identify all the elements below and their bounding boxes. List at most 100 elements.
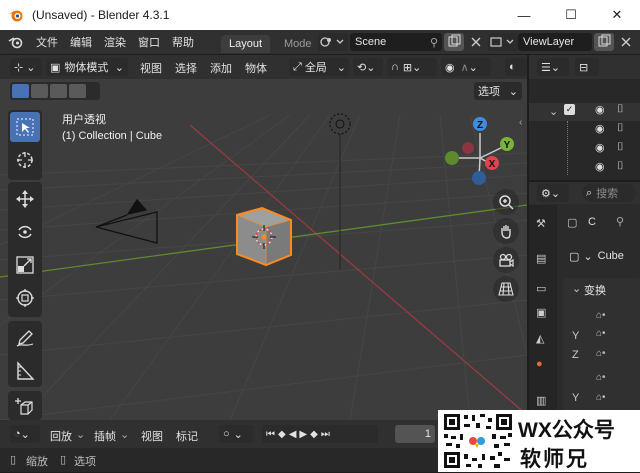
watermark: WX公众号 软师兄 <box>438 410 640 472</box>
menu-window[interactable]: 窗口 <box>132 34 166 50</box>
blender-menu-icon[interactable] <box>8 35 24 49</box>
cursor-tool[interactable] <box>10 145 40 175</box>
annotate-tool[interactable] <box>10 323 40 353</box>
object-tab-icon[interactable]: ▥ <box>536 394 546 407</box>
menu-render[interactable]: 渲染 <box>98 34 132 50</box>
expand-arrow-icon[interactable]: ⌄ <box>549 105 558 118</box>
select-subtract-icon[interactable] <box>50 84 67 98</box>
world-tab-icon[interactable]: ● <box>536 358 543 370</box>
prev-keyframe-icon[interactable]: ◆ <box>278 429 289 440</box>
pan-button[interactable] <box>493 218 519 244</box>
mode-selector[interactable]: ▣ 物体模式 ⌄ <box>46 58 128 76</box>
render-camera-icon[interactable]: ⌷ <box>617 141 624 154</box>
view-layer-selector-button[interactable] <box>488 33 518 51</box>
menu-playback[interactable]: 回放 <box>50 428 72 444</box>
move-cursor-icon: ⊹ <box>14 61 24 74</box>
new-view-layer-button[interactable] <box>594 33 614 51</box>
scene-tab-icon[interactable]: ◭ <box>536 332 544 345</box>
x-icon <box>621 37 631 47</box>
next-keyframe-icon[interactable]: ◆ <box>310 429 321 440</box>
scene-selector-button[interactable] <box>318 33 348 51</box>
watermark-line2: 软师兄 <box>520 448 589 471</box>
outliner-editor-type[interactable]: ☰ ⌄ <box>537 58 569 76</box>
measure-tool[interactable] <box>10 356 40 386</box>
play-reverse-icon[interactable]: ◀ <box>289 429 300 440</box>
editor-type-button[interactable]: ⊹ ⌄ <box>10 58 42 76</box>
output-tab-icon[interactable]: ▭ <box>536 282 546 295</box>
tab-mode[interactable]: Mode <box>276 35 320 53</box>
scene-name-field[interactable]: Scene ⚲ <box>350 33 442 51</box>
select-new-icon[interactable] <box>12 84 29 98</box>
new-scene-button[interactable] <box>444 33 464 51</box>
delete-view-layer-button[interactable] <box>616 33 636 51</box>
transform-orientation-selector[interactable]: ⤢ 全局 ⌄ <box>289 58 349 76</box>
pivot-point-selector[interactable]: ⟲ ⌄ <box>353 58 383 76</box>
move-tool[interactable] <box>10 184 40 214</box>
close-button[interactable]: ✕ <box>594 0 640 30</box>
properties-editor-type[interactable]: ⚙ ⌄ <box>537 184 569 202</box>
camera-view-button[interactable] <box>493 247 519 273</box>
cursor-icon <box>17 152 33 168</box>
select-extend-icon[interactable] <box>31 84 48 98</box>
eye-icon[interactable]: ◉ <box>595 160 605 173</box>
lock-icon[interactable]: ⌂• <box>596 392 606 403</box>
view-layer-tab-icon[interactable]: ▣ <box>536 306 546 319</box>
view-layer-name-field[interactable]: ViewLayer <box>518 33 592 51</box>
render-camera-icon[interactable]: ⌷ <box>617 103 624 116</box>
pin-icon[interactable]: ⚲ <box>430 36 438 49</box>
viewport-visibility-button[interactable]: ◐ <box>505 58 527 76</box>
transform-tool[interactable] <box>10 283 40 313</box>
projection-toggle-button[interactable] <box>493 276 519 302</box>
object-name-field[interactable]: ▢ ⌄ Cube <box>565 247 635 265</box>
auto-keying-toggle[interactable]: ○ ⌄ <box>219 425 253 443</box>
current-frame-field[interactable]: 1 <box>395 425 435 443</box>
jump-start-icon[interactable]: ⏮ <box>266 429 278 440</box>
eye-icon[interactable]: ◉ <box>595 122 605 135</box>
menu-view[interactable]: 视图 <box>141 428 163 444</box>
section-collapse-icon[interactable]: ⌄ <box>572 282 581 295</box>
play-icon[interactable]: ▶ <box>299 429 310 440</box>
lock-icon[interactable]: ⌂• <box>596 328 606 339</box>
menu-select[interactable]: 选择 <box>175 60 197 76</box>
collection-checkbox[interactable]: ✓ <box>564 104 575 115</box>
timeline-editor-type[interactable]: ◔ ⌄ <box>10 425 40 443</box>
sidebar-toggle-icon[interactable]: ‹ <box>519 117 522 128</box>
render-tab-icon[interactable]: ▤ <box>536 252 546 265</box>
outliner-display-mode[interactable]: ⊟ <box>575 58 599 76</box>
select-box-tool[interactable] <box>10 112 40 142</box>
menu-add[interactable]: 添加 <box>210 60 232 76</box>
maximize-button[interactable]: ☐ <box>548 0 594 30</box>
properties-search[interactable]: ⌕ 搜索 <box>582 184 636 202</box>
menu-file[interactable]: 文件 <box>30 34 64 50</box>
eye-icon[interactable]: ◉ <box>595 141 605 154</box>
rotate-tool[interactable] <box>10 217 40 247</box>
lock-icon[interactable]: ⌂• <box>596 348 606 359</box>
zoom-button[interactable] <box>493 189 519 215</box>
minimize-button[interactable]: — <box>501 0 547 30</box>
menu-marker[interactable]: 标记 <box>176 428 198 444</box>
select-invert-icon[interactable] <box>69 84 86 98</box>
scale-tool[interactable] <box>10 250 40 280</box>
menu-view[interactable]: 视图 <box>140 60 162 76</box>
pin-icon[interactable]: ⚲ <box>616 215 624 228</box>
menu-help[interactable]: 帮助 <box>166 34 200 50</box>
transform-section-title[interactable]: 变换 <box>584 282 606 298</box>
eye-icon[interactable]: ◉ <box>595 103 605 116</box>
proportional-editing-controls[interactable]: ◉ ∧ ⌄ <box>441 58 491 76</box>
options-dropdown[interactable]: 选项 ⌄ <box>474 82 522 100</box>
menu-object[interactable]: 物体 <box>245 60 267 76</box>
menu-edit[interactable]: 编辑 <box>64 34 98 50</box>
render-camera-icon[interactable]: ⌷ <box>617 160 624 173</box>
lock-icon[interactable]: ⌂• <box>596 372 606 383</box>
tool-tab-icon[interactable]: ⚒ <box>536 217 546 230</box>
render-camera-icon[interactable]: ⌷ <box>617 122 624 135</box>
snapping-controls[interactable]: ∩ ⊞ ⌄ <box>387 58 437 76</box>
status-options-hint: 选项 <box>74 456 96 468</box>
tab-layout[interactable]: Layout <box>221 35 271 53</box>
lock-icon[interactable]: ⌂• <box>596 310 606 321</box>
3d-viewport[interactable]: Z Y X <box>0 55 527 420</box>
jump-end-icon[interactable]: ⏭ <box>321 429 333 440</box>
add-cube-tool[interactable] <box>10 392 40 422</box>
delete-scene-button[interactable] <box>466 33 486 51</box>
menu-keying[interactable]: 插帧 <box>94 428 116 444</box>
